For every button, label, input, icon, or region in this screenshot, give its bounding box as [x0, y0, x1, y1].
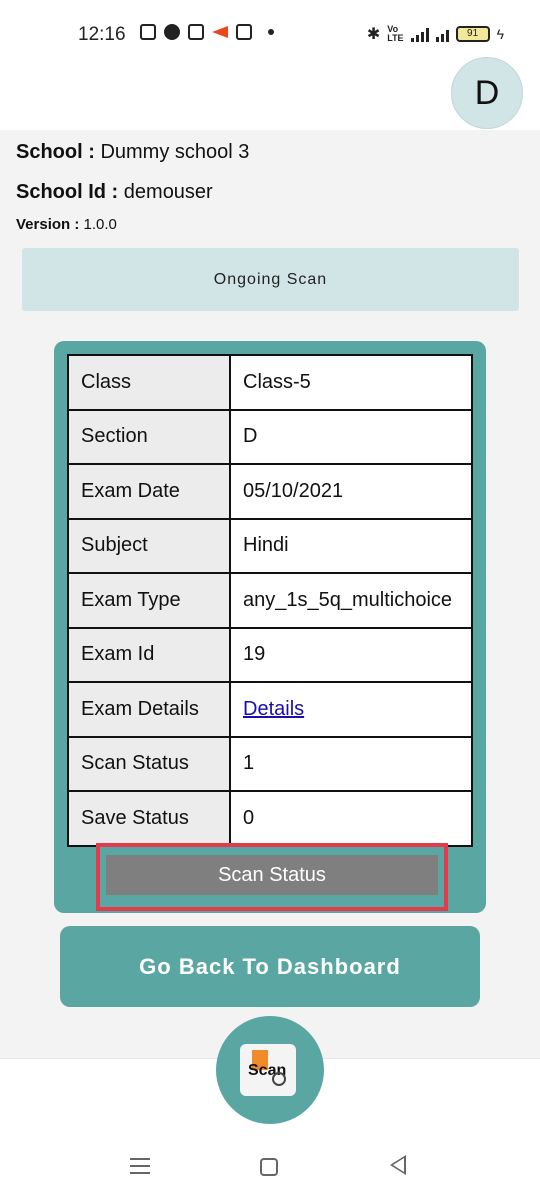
table-row: Class Class-5: [67, 354, 473, 411]
class-value: Class-5: [229, 354, 473, 411]
school-id-value: demouser: [123, 181, 213, 203]
school-label: School :: [16, 141, 101, 163]
facebook-icon: [164, 24, 180, 40]
scan-status-value: 1: [229, 735, 473, 792]
table-row: Scan Status 1: [67, 735, 473, 792]
home-icon[interactable]: [260, 1158, 278, 1176]
school-id: School Id : demouser: [16, 181, 213, 204]
gmail-icon: [236, 24, 252, 40]
class-key: Class: [67, 354, 231, 411]
clock: 12:16: [78, 24, 126, 45]
recent-apps-icon[interactable]: [130, 1158, 150, 1179]
bluetooth-icon: ✱: [366, 26, 381, 43]
avatar[interactable]: D: [451, 57, 523, 129]
exam-date-value: 05/10/2021: [229, 463, 473, 520]
battery-icon: 91: [455, 26, 490, 42]
section-value: D: [229, 408, 473, 465]
table-row: Save Status 0: [67, 790, 473, 847]
section-key: Section: [67, 408, 231, 465]
table-row: Exam Type any_1s_5q_multichoice: [67, 572, 473, 629]
main-content: School : Dummy school 3 School Id : demo…: [0, 130, 540, 1058]
save-status-value: 0: [229, 790, 473, 847]
scan-details-table: Class Class-5 Section D Exam Date 05/10/…: [67, 354, 473, 847]
exam-details-key: Exam Details: [67, 681, 231, 738]
volte-icon: Vo LTE: [387, 24, 404, 43]
back-icon[interactable]: [390, 1155, 406, 1175]
scan-status-highlight: Scan Status: [96, 843, 448, 911]
save-status-key: Save Status: [67, 790, 231, 847]
network-4g-icon: [435, 26, 449, 42]
magnifier-icon: [272, 1072, 286, 1086]
exam-details-cell: Details: [229, 681, 473, 738]
go-back-to-dashboard-button[interactable]: Go Back To Dashboard: [60, 926, 480, 1007]
system-icons: ✱ Vo LTE 91 ϟ: [367, 24, 504, 44]
table-row: Exam Details Details: [67, 681, 473, 738]
app-version: Version : 1.0.0: [16, 216, 117, 233]
more-notifications-icon: [268, 29, 274, 35]
school-name: School : Dummy school 3: [16, 141, 249, 164]
version-label: Version :: [16, 216, 84, 233]
exam-details-link[interactable]: Details: [243, 698, 304, 720]
version-value: 1.0.0: [83, 216, 117, 233]
subject-key: Subject: [67, 517, 231, 574]
school-id-label: School Id :: [16, 181, 124, 203]
exam-id-key: Exam Id: [67, 626, 231, 683]
message-icon: [140, 24, 156, 40]
ongoing-scan-header: Ongoing Scan: [22, 248, 519, 311]
signal-icon: [410, 26, 429, 42]
table-row: Exam Date 05/10/2021: [67, 463, 473, 520]
exam-type-value: any_1s_5q_multichoice: [229, 572, 473, 629]
trophy-icon: [188, 24, 204, 40]
table-row: Subject Hindi: [67, 517, 473, 574]
scan-fab-button[interactable]: Scan: [216, 1016, 324, 1124]
scan-status-key: Scan Status: [67, 735, 231, 792]
app-icon: [212, 26, 228, 38]
scan-status-button[interactable]: Scan Status: [106, 855, 438, 895]
charging-icon: ϟ: [496, 26, 504, 42]
scan-icon: Scan: [240, 1044, 296, 1096]
table-row: Section D: [67, 408, 473, 465]
notification-icons: [140, 24, 274, 40]
school-value: Dummy school 3: [100, 141, 250, 163]
status-bar: 12:16 ✱ Vo LTE 91 ϟ: [0, 0, 540, 68]
subject-value: Hindi: [229, 517, 473, 574]
exam-id-value: 19: [229, 626, 473, 683]
table-row: Exam Id 19: [67, 626, 473, 683]
exam-type-key: Exam Type: [67, 572, 231, 629]
scan-details-card: Class Class-5 Section D Exam Date 05/10/…: [54, 341, 486, 913]
exam-date-key: Exam Date: [67, 463, 231, 520]
